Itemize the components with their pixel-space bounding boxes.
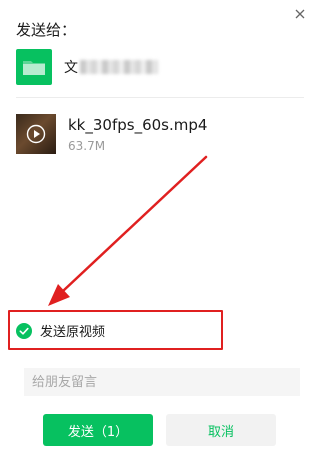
- send-to-dialog: 发送给： 文 kk_30fps_60s.mp4 63.7M 发送原视频 给朋友留…: [0, 0, 320, 470]
- video-thumbnail: [16, 114, 56, 154]
- recipient-name-blur: [80, 60, 158, 74]
- recipient-avatar: [16, 49, 52, 85]
- dialog-title: 发送给：: [16, 21, 77, 39]
- cancel-button[interactable]: 取消: [166, 414, 276, 446]
- file-info: kk_30fps_60s.mp4 63.7M: [68, 115, 207, 154]
- send-button[interactable]: 发送（1）: [43, 414, 153, 446]
- close-icon: [295, 9, 305, 19]
- check-circle-icon: [16, 322, 32, 339]
- recipient-name: 文: [64, 57, 158, 77]
- recipient-name-text: 文: [64, 60, 78, 76]
- file-size: 63.7M: [68, 139, 106, 153]
- recipient-item: 文: [16, 49, 158, 85]
- divider: [16, 97, 304, 98]
- folder-icon: [23, 61, 45, 75]
- send-original-video-label: 发送原视频: [40, 325, 106, 340]
- file-name: kk_30fps_60s.mp4: [68, 116, 208, 134]
- play-icon: [26, 124, 46, 144]
- send-original-video-checkbox[interactable]: 发送原视频: [16, 321, 105, 340]
- message-input[interactable]: [24, 368, 300, 396]
- file-item: kk_30fps_60s.mp4 63.7M: [16, 114, 207, 154]
- close-button[interactable]: [292, 6, 308, 22]
